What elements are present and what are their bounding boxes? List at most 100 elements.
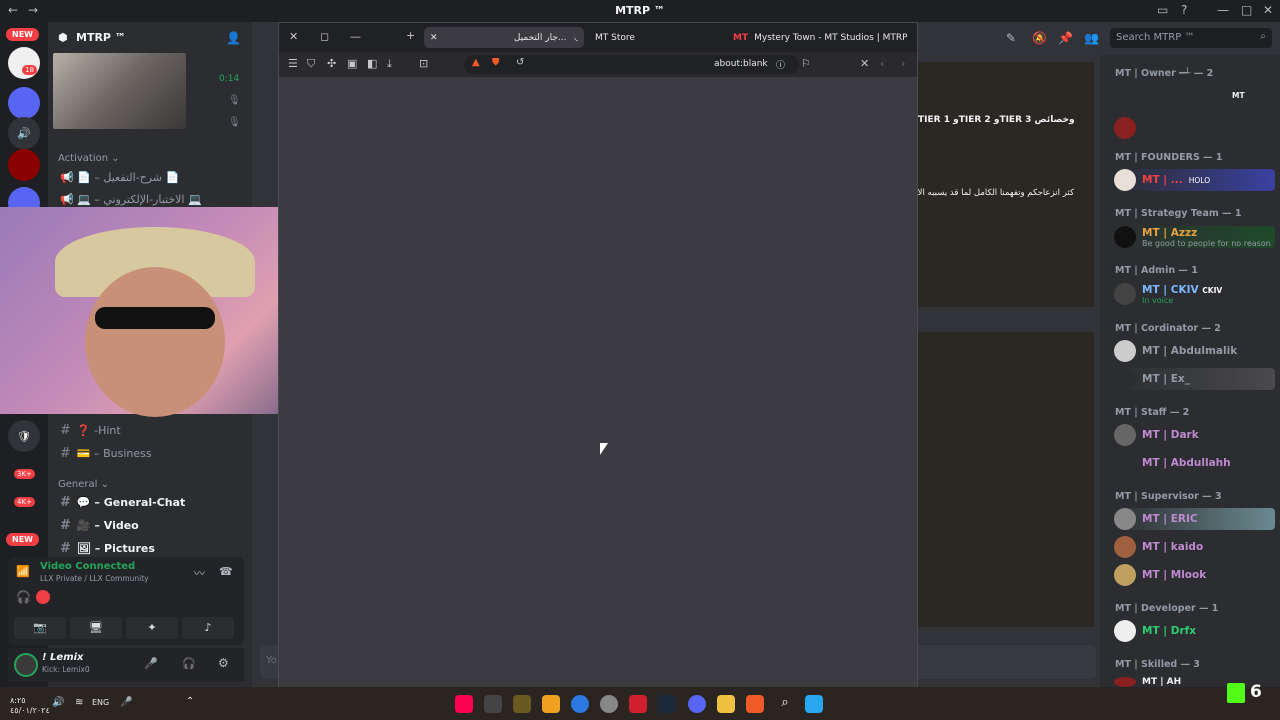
search-input[interactable]: Search MTRP ™ ⌕ (1110, 28, 1272, 48)
member-list-icon[interactable]: 👥 (1084, 31, 1099, 45)
member-row[interactable]: MT | Drfx (1114, 620, 1196, 642)
category-general[interactable]: General ⌄ (58, 479, 109, 490)
new-tab-icon[interactable]: + (406, 29, 415, 42)
brave-rewards-icon[interactable]: ▲ (472, 57, 480, 68)
acrobat-icon[interactable] (629, 695, 647, 713)
url-text[interactable]: about:blank (714, 59, 768, 69)
member-row[interactable] (1114, 117, 1142, 139)
server-name[interactable]: MTRP ™ (76, 31, 126, 44)
bookmark-icon[interactable]: ⚐ (801, 57, 811, 70)
screenshot-icon[interactable]: ⊡ (419, 57, 428, 70)
muted-icon-2[interactable]: 🎙 (228, 117, 241, 128)
member-row[interactable] (1114, 87, 1142, 109)
activity-icon[interactable]: 🎧 (16, 590, 31, 604)
member-row[interactable]: MT | Ex_ (1114, 368, 1275, 390)
category-activation[interactable]: Activation ⌄ (58, 153, 120, 164)
discord-icon[interactable] (36, 590, 50, 604)
microphone-icon[interactable]: 🎤 (144, 657, 158, 670)
pin-icon[interactable]: 📌 (1058, 31, 1073, 45)
brave-taskbar-icon[interactable] (746, 695, 764, 713)
shield-icon[interactable]: ⛉ (307, 57, 315, 71)
wifi-icon[interactable]: ≋ (75, 697, 83, 708)
stream-preview-thumbnail[interactable] (53, 53, 186, 129)
server-icon-red[interactable] (8, 149, 40, 181)
screen-share-button[interactable]: 🖥 (70, 617, 122, 639)
member-row[interactable]: MT | Dark (1114, 424, 1199, 446)
wallet-icon[interactable]: ▣ (347, 57, 357, 70)
tray-expand-icon[interactable]: ⌃ (186, 696, 194, 707)
language-indicator[interactable]: ENG (92, 698, 109, 707)
threads-icon[interactable]: ✎ (1006, 31, 1016, 45)
channel-activation-explain[interactable]: 📢 📄 – شرح-التفعيل 📄 (60, 171, 179, 184)
sidebar-icon[interactable]: ◧ (367, 57, 377, 70)
member-row[interactable]: MT | ERIC (1114, 508, 1275, 530)
channel-pictures[interactable]: # 🖼 – Pictures (60, 541, 155, 556)
settings-gear-icon[interactable]: ⚙ (218, 656, 229, 670)
channel-video[interactable]: # 🎥 – Video (60, 518, 139, 533)
server-icon[interactable] (8, 87, 40, 119)
search-taskbar-icon[interactable]: ⌕ (776, 695, 794, 713)
back-arrow-icon[interactable]: ← (8, 3, 18, 17)
forward-arrow-icon[interactable]: → (28, 3, 38, 17)
browser-content-blank[interactable] (279, 77, 917, 705)
volume-icon[interactable]: 🔊 (52, 697, 64, 708)
menu-icon[interactable]: ☰ (288, 57, 298, 70)
discord-taskbar-icon[interactable] (688, 695, 706, 713)
channel-general-chat[interactable]: # 💬 – General-Chat (60, 495, 185, 510)
add-friend-icon[interactable]: 👤 (226, 31, 241, 45)
mic-tray-icon[interactable]: 🎤 (120, 697, 132, 708)
member-row[interactable]: MT | AH (1114, 677, 1181, 687)
server-icon-shield[interactable]: 🛡 (8, 420, 40, 452)
reload-icon[interactable]: ↺ (516, 57, 524, 68)
maximize-icon[interactable]: □ (1241, 3, 1252, 17)
member-row[interactable]: MT | ... HOLO (1114, 169, 1275, 191)
member-row[interactable]: MT | Mlook (1114, 564, 1206, 586)
activities-button[interactable]: ✦ (126, 617, 178, 639)
site-info-icon[interactable]: ⓘ (776, 58, 785, 71)
headphones-icon[interactable]: 🎧 (182, 657, 196, 670)
member-row[interactable]: MT | Azzz Be good to people for no reason (1114, 226, 1275, 248)
windows-start-icon[interactable] (805, 695, 823, 713)
brave-shields-icon[interactable]: ⛊ (492, 57, 500, 68)
minimize-icon[interactable]: — (1217, 3, 1229, 17)
tab-mystery-town[interactable]: MT Mystery Town - MT Studios | MTRP | (727, 27, 913, 48)
tiktok-icon[interactable] (455, 695, 473, 713)
channel-activation-test[interactable]: 📢 💻 – الاختبار-الإلكتروني 💻 (60, 193, 202, 206)
member-row[interactable]: MT | kaido (1114, 536, 1203, 558)
extensions-icon[interactable]: ✣ (327, 57, 336, 70)
member-row[interactable]: MT | CKIV CKIV In voice (1114, 283, 1222, 305)
stop-icon[interactable]: ✕ (860, 57, 869, 70)
minimize-icon[interactable]: — (350, 30, 361, 43)
close-window-icon[interactable]: ✕ (1263, 3, 1273, 17)
tab-mt-store[interactable]: MT Store (589, 27, 719, 48)
username[interactable]: ! Lemix (42, 652, 84, 663)
voice-location[interactable]: LLX Private / LLX Community (40, 574, 149, 583)
close-icon[interactable]: ✕ (289, 30, 298, 43)
tab-loading[interactable]: ✕ جار التحميل... ◟ (424, 27, 584, 48)
terminal-icon[interactable] (484, 695, 502, 713)
help-icon[interactable]: ? (1181, 3, 1187, 17)
restore-icon[interactable]: ◻ (320, 30, 329, 43)
download-icon[interactable]: ⤓ (387, 57, 392, 71)
noise-suppression-icon[interactable]: 〰 (194, 565, 205, 581)
avatar[interactable] (14, 653, 38, 677)
file-explorer-icon[interactable] (717, 695, 735, 713)
steam-icon[interactable] (658, 695, 676, 713)
app-icon-blue[interactable] (571, 695, 589, 713)
camera-toggle-button[interactable]: 📷 (14, 617, 66, 639)
mute-channel-icon[interactable]: 🔕 (1032, 31, 1047, 45)
muted-icon[interactable]: 🎙 (228, 95, 241, 106)
chrome-icon[interactable] (600, 695, 618, 713)
channel-business[interactable]: # 💳 – Business (60, 446, 152, 461)
forward-icon[interactable]: › (901, 57, 905, 70)
inbox-icon[interactable]: ▭ (1157, 3, 1168, 17)
clock[interactable]: ٨:٢٥ ٤٥/٠١/٢٠٢٤ (10, 696, 50, 716)
member-row[interactable]: MT | Abdullahh (1114, 452, 1231, 474)
server-icon-audio[interactable]: 🔊 (8, 117, 40, 149)
channel-hint[interactable]: # ❓ -Hint (60, 423, 121, 438)
soundboard-button[interactable]: ♪ (182, 617, 234, 639)
address-bar[interactable]: ▲ ⛊ ↺ about:blank ⓘ (464, 55, 799, 74)
back-icon[interactable]: ‹ (880, 57, 884, 70)
app-icon-yellow[interactable] (542, 695, 560, 713)
disconnect-icon[interactable]: ☎ (219, 565, 233, 578)
